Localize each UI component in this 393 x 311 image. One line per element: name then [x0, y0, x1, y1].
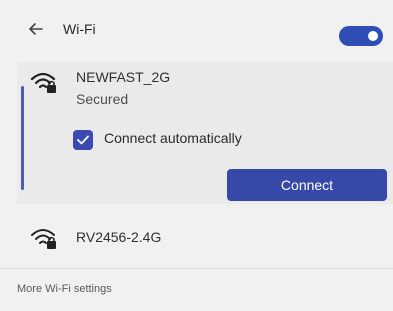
page-title: Wi-Fi — [63, 21, 96, 37]
toggle-knob — [368, 31, 378, 41]
wifi-secured-icon — [30, 226, 58, 250]
wifi-header: Wi-Fi — [0, 18, 393, 52]
divider — [0, 268, 393, 269]
network-item[interactable]: RV2456-2.4G — [0, 215, 393, 265]
connect-automatically-checkbox[interactable] — [73, 130, 93, 150]
network-name: RV2456-2.4G — [76, 229, 162, 245]
more-wifi-settings-link[interactable]: More Wi-Fi settings — [17, 283, 112, 295]
network-name: NEWFAST_2G — [76, 69, 171, 85]
selection-indicator — [21, 86, 24, 190]
checkmark-icon — [77, 135, 89, 145]
wifi-toggle[interactable] — [339, 26, 383, 46]
wifi-secured-icon — [30, 70, 58, 94]
wifi-panel: Wi-Fi NEWFAST_2G Secured Connect automat… — [0, 0, 393, 311]
back-arrow-icon[interactable] — [28, 21, 44, 37]
network-status: Secured — [76, 91, 129, 107]
connect-button[interactable]: Connect — [227, 169, 387, 201]
connect-automatically-label[interactable]: Connect automatically — [104, 130, 242, 146]
